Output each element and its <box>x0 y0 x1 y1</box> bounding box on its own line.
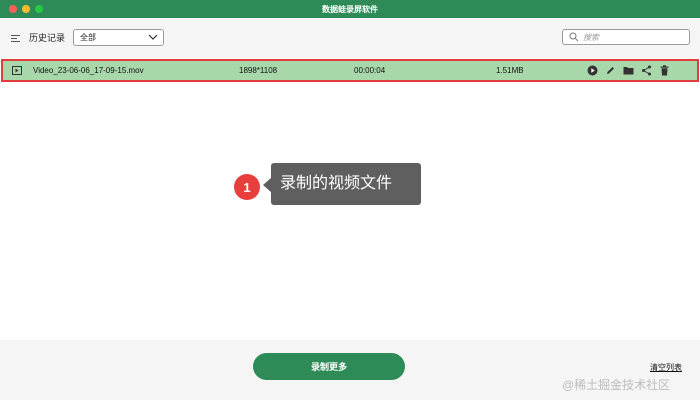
edit-icon <box>606 66 614 74</box>
search-box[interactable] <box>562 29 690 45</box>
trash-icon <box>660 64 668 75</box>
window-title: 数据蛙录屏软件 <box>322 4 378 14</box>
recording-duration: 00:00:04 <box>354 66 386 75</box>
play-button[interactable] <box>586 64 598 76</box>
record-more-button[interactable]: 录制更多 <box>253 353 405 380</box>
video-file-icon <box>12 66 22 75</box>
recording-list: Video_23-06-06_17-09-15.mov 1898*1108 00… <box>0 58 700 340</box>
maximize-window-button[interactable] <box>35 5 43 13</box>
share-icon <box>641 65 651 75</box>
share-button[interactable] <box>640 64 652 76</box>
filter-selected-value: 全部 <box>80 33 96 42</box>
filter-dropdown[interactable]: 全部 <box>73 29 164 46</box>
search-icon <box>569 32 579 42</box>
chevron-down-icon <box>148 34 158 40</box>
toolbar: 历史记录 全部 <box>0 18 700 58</box>
recording-resolution: 1898*1108 <box>239 66 278 75</box>
watermark-text: @稀土掘金技术社区 <box>562 378 671 392</box>
open-folder-button[interactable] <box>622 64 634 76</box>
title-bar: 数据蛙录屏软件 <box>0 0 700 18</box>
menu-list-icon[interactable] <box>11 35 20 42</box>
window-controls <box>9 5 43 13</box>
recording-name: Video_23-06-06_17-09-15.mov <box>33 66 144 75</box>
step-number-badge: 1 <box>234 174 260 200</box>
delete-button[interactable] <box>658 64 670 76</box>
callout-text: 录制的视频文件 <box>271 163 421 205</box>
recording-size: 1.51MB <box>496 66 524 75</box>
clear-list-link[interactable]: 清空列表 <box>650 362 682 373</box>
close-window-button[interactable] <box>9 5 17 13</box>
edit-button[interactable] <box>604 64 616 76</box>
footer: 录制更多 清空列表 @稀土掘金技术社区 <box>0 340 700 400</box>
play-icon <box>587 65 597 75</box>
row-actions <box>586 64 670 76</box>
minimize-window-button[interactable] <box>22 5 30 13</box>
search-input[interactable] <box>583 31 683 43</box>
recording-row[interactable]: Video_23-06-06_17-09-15.mov 1898*1108 00… <box>1 59 699 82</box>
folder-icon <box>623 66 633 74</box>
history-label: 历史记录 <box>29 33 66 43</box>
